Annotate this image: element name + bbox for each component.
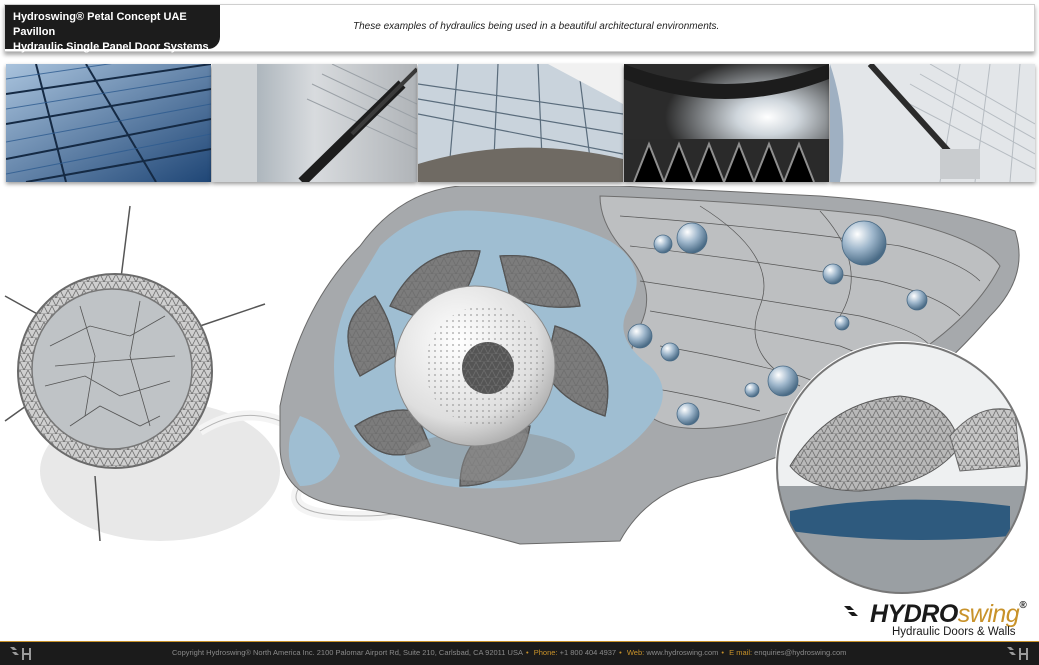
photo-hydraulic-cylinder <box>212 64 417 182</box>
brand-name: HYDROswing® <box>870 600 1027 628</box>
footer-phone[interactable]: +1 800 404 4937 <box>560 648 617 657</box>
footer-logo-left-icon <box>10 647 31 660</box>
photo-roof-structure <box>418 64 623 182</box>
footer-bar: Copyright Hydroswing® North America Inc.… <box>0 641 1039 665</box>
title-tab: Hydroswing® Petal Concept UAE Pavillon H… <box>5 5 220 53</box>
footer-contact: Copyright Hydroswing® North America Inc.… <box>172 648 847 657</box>
footer-email-label: E mail: <box>729 648 753 657</box>
page-subtitle: Hydraulic Single Panel Door Systems <box>13 41 209 53</box>
photo-lattice-arm <box>830 64 1035 182</box>
header-caption: These examples of hydraulics being used … <box>353 21 720 32</box>
footer-email-link[interactable]: enquiries@hydroswing.com <box>754 648 846 657</box>
hydroswing-mark-icon <box>844 606 858 616</box>
pavilion-render <box>0 185 1039 596</box>
page-title: Hydroswing® Petal Concept UAE Pavillon <box>13 11 187 38</box>
footer-web-label: Web: <box>626 648 645 657</box>
photo-interior-sunburst <box>624 64 829 182</box>
brand-tagline: Hydraulic Doors & Walls <box>892 626 1016 638</box>
footer-copyright: Copyright Hydroswing® North America Inc.… <box>172 648 523 657</box>
footer-phone-label: Phone: <box>533 648 558 657</box>
hydroswing-logo: HYDROswing® Hydraulic Doors & Walls <box>842 600 1038 644</box>
header-bar: Hydroswing® Petal Concept UAE Pavillon H… <box>4 4 1035 53</box>
photo-glass-canopy <box>6 64 211 182</box>
footer-logo-right-icon <box>1007 647 1028 660</box>
footer-web-link[interactable]: www.hydroswing.com <box>646 648 718 657</box>
